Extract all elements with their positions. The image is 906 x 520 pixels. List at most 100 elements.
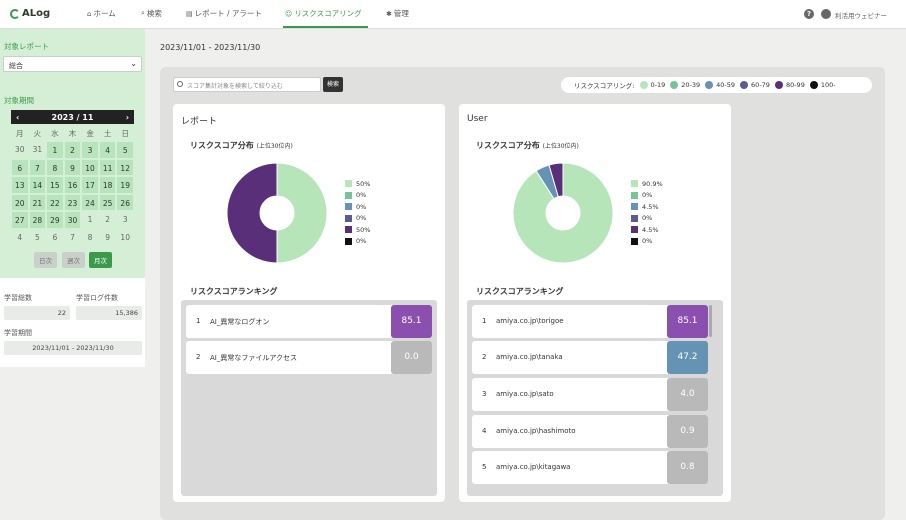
- calendar-day[interactable]: 7: [28, 158, 47, 176]
- ranking-row[interactable]: 2 amiya.co.jp\tanaka 47.2: [472, 341, 708, 374]
- score-badge: 85.1: [391, 305, 432, 338]
- calendar-day[interactable]: 20: [11, 193, 29, 211]
- nav-search[interactable]: ⌕ 検索: [141, 8, 162, 19]
- calendar-day[interactable]: 10: [81, 158, 99, 176]
- search-input[interactable]: スコア集計対象を検索して絞り込む: [173, 77, 321, 92]
- app-logo[interactable]: ALog: [10, 8, 50, 19]
- user-name[interactable]: 利活用ウェビナー: [835, 10, 887, 20]
- calendar-day[interactable]: 9: [63, 158, 82, 176]
- calendar-day[interactable]: 2: [63, 141, 82, 159]
- calendar-day[interactable]: 17: [81, 176, 99, 194]
- calendar-day[interactable]: 14: [28, 176, 47, 194]
- card-title: レポート: [181, 117, 218, 127]
- legend-label-2: 40-59: [716, 81, 736, 89]
- mode-monthly-button[interactable]: 月次: [89, 252, 112, 268]
- help-icon[interactable]: ?: [804, 9, 814, 19]
- calendar-dow: 日: [121, 129, 129, 138]
- score-badge: 0.8: [667, 451, 708, 484]
- calendar-day[interactable]: 12: [116, 158, 134, 176]
- calendar-day[interactable]: 25: [98, 193, 117, 211]
- calendar-day[interactable]: 6: [11, 158, 29, 176]
- legend-label-3: 60-79: [751, 81, 770, 89]
- report-card: レポート リスクスコア分布 (上位30位内) 50% 0% 0% 0% 50% …: [173, 104, 445, 502]
- ranking-row[interactable]: 1 AI_異常なログオン 85.1: [186, 305, 432, 338]
- calendar-day[interactable]: 5: [116, 141, 134, 159]
- card-title: User: [467, 114, 488, 124]
- ranking-list[interactable]: 1 amiya.co.jp\torigoe 85.1 2 amiya.co.jp\ta…: [467, 300, 723, 496]
- dist-title: リスクスコア分布 (上位30位内): [190, 141, 293, 150]
- pie-legend-swatch: [631, 191, 638, 199]
- next-month-icon[interactable]: ›: [126, 113, 129, 122]
- pie-legend-swatch: [345, 203, 352, 211]
- calendar-day[interactable]: 8: [46, 158, 64, 176]
- calendar-day[interactable]: 27: [11, 211, 29, 229]
- ranking-row[interactable]: 2 AI_異常なファイルアクセス 0.0: [186, 341, 432, 374]
- calendar-day[interactable]: 23: [63, 193, 82, 211]
- calendar-day[interactable]: 3: [116, 211, 134, 229]
- calendar-day[interactable]: 11: [98, 158, 117, 176]
- nav-report[interactable]: ▤ レポート / アラート: [186, 8, 262, 19]
- ranking-row[interactable]: 3 amiya.co.jp\sato 4.0: [472, 378, 708, 411]
- calendar-day[interactable]: 6: [46, 229, 64, 247]
- calendar-day[interactable]: 16: [63, 176, 82, 194]
- logo-icon: [10, 8, 20, 19]
- search-button[interactable]: 検索: [323, 77, 343, 92]
- mode-daily-button[interactable]: 日次: [34, 252, 57, 268]
- calendar-day[interactable]: 18: [98, 176, 117, 194]
- ranking-title: リスクスコアランキング: [190, 287, 278, 296]
- calendar-day[interactable]: 1: [46, 141, 64, 159]
- calendar-day[interactable]: 24: [81, 193, 99, 211]
- calendar-day[interactable]: 3: [81, 141, 99, 159]
- calendar-day[interactable]: 1: [81, 211, 99, 229]
- mode-weekly-button[interactable]: 週次: [62, 252, 85, 268]
- calendar-day[interactable]: 29: [46, 211, 64, 229]
- calendar-day[interactable]: 4: [98, 141, 117, 159]
- pie-legend-swatch: [631, 203, 638, 211]
- ranking-row[interactable]: 1 amiya.co.jp\torigoe 85.1: [472, 305, 708, 338]
- calendar-day[interactable]: 19: [116, 176, 134, 194]
- pie-legend-swatch: [345, 237, 352, 245]
- pie-slice: [226, 162, 278, 264]
- legend-dot-4: [774, 81, 783, 89]
- pie-legend-label: 4.5%: [642, 225, 659, 234]
- nav-risk-scoring[interactable]: ☺ リスクスコアリング: [285, 8, 362, 19]
- calendar-day[interactable]: 28: [28, 211, 47, 229]
- calendar-day[interactable]: 2: [99, 211, 117, 229]
- calendar-day[interactable]: 4: [11, 229, 29, 247]
- scrollbar[interactable]: [709, 305, 712, 337]
- calendar-day[interactable]: 31: [29, 141, 47, 159]
- prev-month-icon[interactable]: ‹: [16, 113, 19, 122]
- pie-legend: 50% 0% 0% 0% 50% 0%: [345, 178, 370, 247]
- calendar-day[interactable]: 30: [11, 141, 29, 159]
- total-value: 22: [4, 306, 70, 320]
- user-icon[interactable]: [821, 9, 831, 19]
- calendar-day[interactable]: 13: [11, 176, 29, 194]
- calendar-day[interactable]: 9: [99, 229, 117, 247]
- calendar-day[interactable]: 8: [81, 229, 99, 247]
- legend-dot-2: [705, 81, 714, 89]
- calendar-day[interactable]: 22: [46, 193, 64, 211]
- legend-label-1: 20-39: [681, 81, 701, 89]
- search-icon: ⌕: [141, 9, 145, 17]
- calendar-day[interactable]: 5: [29, 229, 47, 247]
- calendar-day[interactable]: 30: [63, 211, 82, 229]
- calendar-day[interactable]: 26: [116, 193, 134, 211]
- calendar-dow: 火: [33, 129, 42, 138]
- calendar-day[interactable]: 7: [64, 229, 82, 247]
- calendar-day[interactable]: 10: [116, 229, 134, 247]
- pie-legend-label: 0%: [642, 191, 653, 200]
- pie-legend: 90.9% 0% 4.5% 0% 4.5% 0%: [631, 178, 663, 247]
- nav-home[interactable]: ⌂ ホーム: [87, 8, 116, 19]
- ranking-list: 1 AI_異常なログオン 85.1 2 AI_異常なファイルアクセス 0.0: [181, 300, 437, 496]
- calendar-header: ‹ 2023 / 11 ›: [11, 110, 134, 124]
- ranking-row[interactable]: 4 amiya.co.jp\hashimoto 0.9: [472, 415, 708, 448]
- nav-admin[interactable]: ✱ 管理: [386, 8, 409, 19]
- calendar-day[interactable]: 15: [46, 176, 64, 194]
- pie-legend-swatch: [345, 226, 352, 234]
- logs-value: 15,386: [76, 306, 142, 320]
- calendar-day[interactable]: 21: [28, 193, 47, 211]
- legend-title: リスクスコアリング:: [574, 82, 635, 90]
- target-report-select[interactable]: 総合 ⌄: [3, 56, 142, 72]
- ranking-row[interactable]: 5 amiya.co.jp\kitagawa 0.8: [472, 451, 708, 484]
- pie-legend-swatch: [345, 180, 352, 188]
